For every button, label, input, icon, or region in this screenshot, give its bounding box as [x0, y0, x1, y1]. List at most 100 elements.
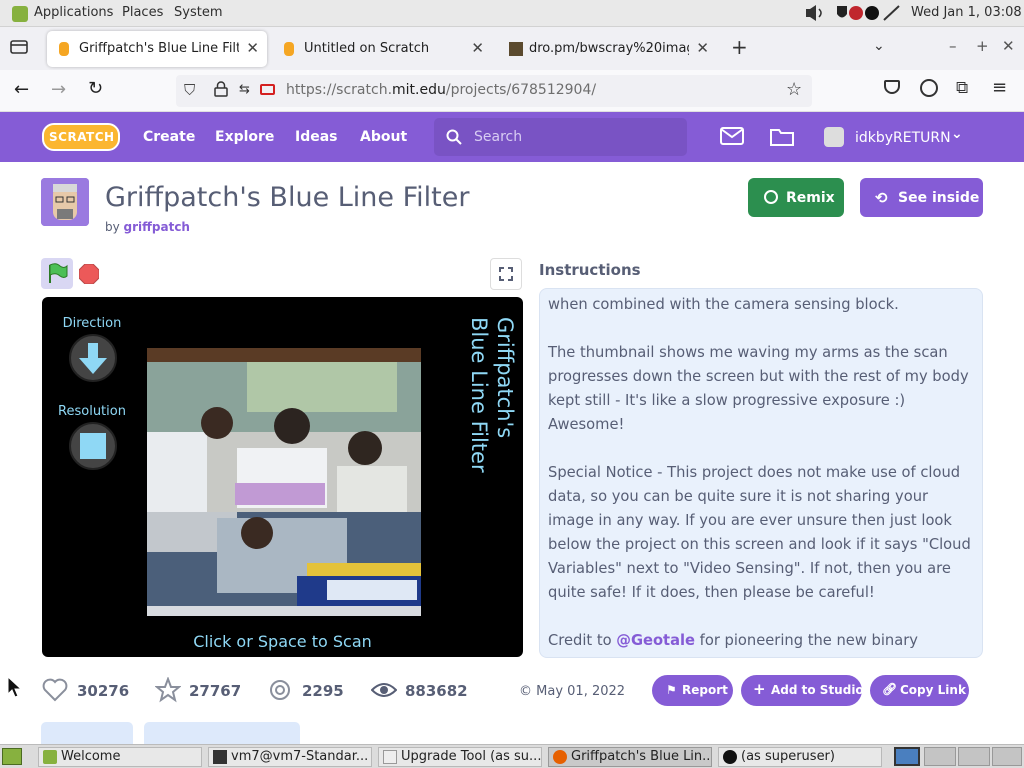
reload-icon[interactable]: ↻ — [88, 78, 103, 99]
taskbar-item-superuser[interactable]: (as superuser) — [718, 747, 882, 767]
minimize-icon[interactable]: – — [949, 37, 957, 55]
logo-text: SCRATCH — [49, 130, 115, 144]
back-icon[interactable]: ← — [14, 79, 29, 100]
workspace-switcher-icon[interactable] — [894, 747, 920, 766]
see-inside-label: See inside — [898, 190, 980, 206]
remix-button[interactable]: Remix — [748, 178, 844, 217]
search-input[interactable]: Search — [434, 118, 687, 156]
show-desktop-icon[interactable] — [2, 748, 22, 765]
geotale-link[interactable]: @Geotale — [616, 632, 695, 649]
workspace-3[interactable] — [958, 747, 990, 766]
camera-sharing-icon[interactable] — [260, 84, 275, 95]
nav-explore[interactable]: Explore — [215, 129, 274, 145]
see-inside-icon: ⟲ — [875, 189, 888, 207]
favorite-count: 27767 — [189, 682, 242, 700]
credit-prefix: Credit to — [548, 632, 617, 649]
add-to-studio-button[interactable]: + Add to Studio — [741, 675, 864, 706]
workspace-4[interactable] — [992, 747, 1022, 766]
remix-count-icon[interactable] — [268, 678, 292, 706]
favorite-icon[interactable] — [154, 676, 182, 707]
welcome-app-icon — [43, 750, 57, 764]
taskbar-item-terminal[interactable]: vm7@vm7-Standar... — [208, 747, 372, 767]
scratch-favicon — [284, 42, 294, 56]
scratch-navbar: SCRATCH Create Explore Ideas About Searc… — [0, 112, 1024, 162]
flag-icon: ⚑ — [666, 683, 677, 697]
messages-icon[interactable] — [720, 127, 744, 149]
maximize-icon[interactable]: + — [976, 37, 989, 55]
taskbar-item-welcome[interactable]: Welcome — [38, 747, 202, 767]
taskbar-label: Upgrade Tool (as su... — [401, 749, 542, 764]
hamburger-menu-icon[interactable]: ≡ — [992, 77, 1007, 98]
scratch-logo[interactable]: SCRATCH — [42, 123, 120, 151]
nav-about[interactable]: About — [360, 129, 407, 145]
fullscreen-button[interactable] — [490, 258, 522, 290]
account-icon[interactable] — [920, 79, 938, 97]
tray-icons — [804, 4, 904, 22]
view-count: 883682 — [405, 682, 468, 700]
copy-link-button[interactable]: 🔗︎ Copy Link — [870, 675, 969, 706]
remix-label: Remix — [786, 190, 835, 206]
views-icon — [370, 680, 398, 704]
pocket-icon[interactable] — [884, 80, 900, 94]
permissions-icon[interactable]: ⇆ — [239, 82, 250, 97]
shield-icon[interactable]: ⛉ — [184, 81, 195, 99]
avatar[interactable] — [824, 127, 844, 147]
workspace-2[interactable] — [924, 747, 956, 766]
scanned-camera-image — [147, 348, 421, 616]
plus-icon: + — [753, 680, 766, 698]
upgrade-tool-icon — [383, 750, 397, 764]
love-icon[interactable] — [42, 678, 68, 706]
nav-create[interactable]: Create — [143, 129, 195, 145]
remix-icon — [764, 190, 778, 204]
chevron-down-icon[interactable]: ⌄ — [873, 38, 885, 54]
my-stuff-icon[interactable] — [770, 127, 794, 150]
tab-dropm[interactable]: dro.pm/bwscray%20image ✕ — [497, 31, 717, 67]
browser-nav-bar: ← → ↻ ⛉ ⇆ https://scratch.mit.edu/projec… — [0, 70, 1024, 112]
author-avatar[interactable] — [41, 178, 89, 226]
tab-griffpatch[interactable]: Griffpatch's Blue Line Filter ✕ — [47, 31, 267, 67]
remix-count: 2295 — [302, 682, 344, 700]
green-flag-button[interactable] — [41, 258, 73, 289]
close-icon[interactable]: ✕ — [471, 39, 484, 57]
instructions-panel[interactable]: when combined with the camera sensing bl… — [539, 288, 983, 658]
close-icon[interactable]: ✕ — [246, 39, 259, 57]
mint-menu-icon[interactable] — [12, 6, 28, 22]
see-inside-button[interactable]: ⟲ See inside — [860, 178, 983, 217]
nav-ideas[interactable]: Ideas — [295, 129, 338, 145]
stop-icon — [78, 263, 100, 285]
tab-untitled[interactable]: Untitled on Scratch ✕ — [272, 31, 492, 67]
stage-title-line-2: Blue Line Filter — [467, 317, 491, 473]
arrow-down-icon — [79, 343, 107, 374]
lock-icon[interactable] — [214, 81, 228, 101]
copyright-icon: © — [519, 684, 532, 699]
report-button[interactable]: ⚑ Report — [652, 675, 733, 706]
forward-icon[interactable]: → — [51, 79, 66, 100]
chevron-down-icon[interactable]: ⌄ — [951, 126, 963, 142]
project-title[interactable]: Griffpatch's Blue Line Filter — [105, 182, 469, 213]
username[interactable]: idkbyRETURN — [855, 130, 951, 146]
taskbar-item-firefox[interactable]: Griffpatch's Blue Lin... — [548, 747, 712, 767]
url-text[interactable]: https://scratch.mit.edu/projects/6785129… — [286, 82, 596, 98]
close-icon[interactable]: ✕ — [696, 39, 709, 57]
clock[interactable]: Wed Jan 1, 03:08 — [911, 5, 1022, 20]
menu-places[interactable]: Places — [122, 5, 163, 20]
direction-button[interactable] — [69, 334, 117, 382]
project-stage[interactable]: Direction Resolution Griffpatch's Blue L… — [42, 297, 523, 657]
menu-system[interactable]: System — [174, 5, 222, 20]
window-close-icon[interactable]: ✕ — [1002, 37, 1015, 55]
resolution-button[interactable] — [69, 422, 117, 470]
url-bar[interactable]: ⛉ ⇆ https://scratch.mit.edu/projects/678… — [176, 75, 812, 107]
bookmark-star-icon[interactable]: ☆ — [786, 79, 802, 100]
extensions-icon[interactable]: ⧉ — [956, 78, 968, 98]
taskbar-label: Griffpatch's Blue Lin... — [571, 749, 712, 764]
menu-applications[interactable]: Applications — [34, 5, 113, 20]
stop-button[interactable] — [78, 263, 100, 288]
new-tab-icon[interactable]: + — [731, 35, 748, 59]
square-icon — [80, 433, 106, 459]
project-date: © May 01, 2022 — [519, 684, 625, 699]
taskbar-item-upgrade-tool[interactable]: Upgrade Tool (as su... — [378, 747, 542, 767]
byline: by griffpatch — [105, 220, 190, 234]
copy-link-label: Copy Link — [900, 683, 966, 697]
author-link[interactable]: griffpatch — [124, 220, 190, 234]
tab-list-icon[interactable] — [10, 39, 28, 55]
